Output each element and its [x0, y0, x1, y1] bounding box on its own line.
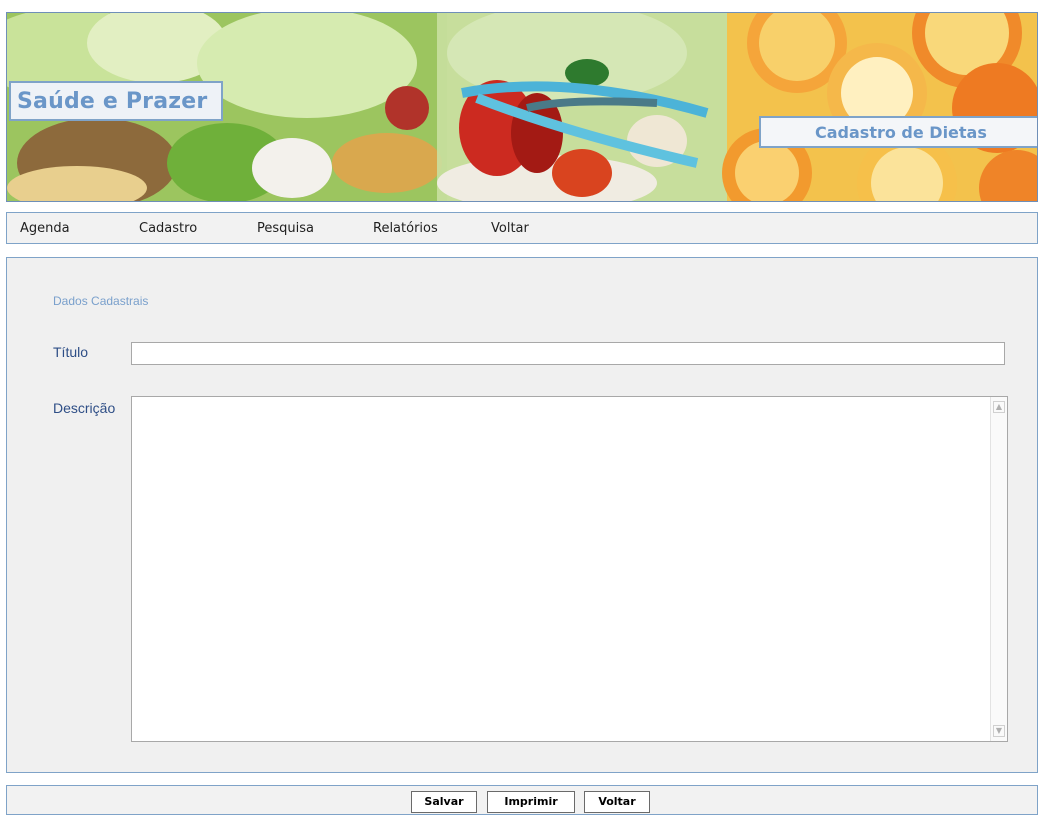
menu-item-pesquisa[interactable]: Pesquisa: [257, 221, 314, 236]
page-title-box: Cadastro de Dietas: [759, 116, 1037, 148]
main-menu: Agenda Cadastro Pesquisa Relatórios Volt…: [6, 212, 1038, 244]
description-label: Descrição: [53, 400, 116, 416]
title-label: Título: [53, 344, 89, 360]
description-scrollbar[interactable]: ▲ ▼: [990, 397, 1007, 741]
menu-item-agenda[interactable]: Agenda: [20, 221, 70, 236]
title-input[interactable]: [131, 342, 1005, 365]
page-title: Cadastro de Dietas: [815, 122, 987, 142]
scroll-down-arrow-icon[interactable]: ▼: [993, 725, 1005, 737]
description-textarea[interactable]: ▲ ▼: [131, 396, 1008, 742]
section-title: Dados Cadastrais: [53, 294, 149, 308]
brand-box: Saúde e Prazer: [9, 81, 223, 121]
menu-item-cadastro[interactable]: Cadastro: [139, 221, 197, 236]
menu-item-relatorios[interactable]: Relatórios: [373, 221, 438, 236]
brand-name: Saúde e Prazer: [17, 88, 208, 114]
header-banner: Saúde e Prazer Cadastro de Dietas: [6, 12, 1038, 202]
form-panel: Dados Cadastrais Título Descrição ▲ ▼: [6, 257, 1038, 773]
menu-item-voltar[interactable]: Voltar: [491, 221, 529, 236]
scroll-up-arrow-icon[interactable]: ▲: [993, 401, 1005, 413]
footer-toolbar: Salvar Imprimir Voltar: [6, 785, 1038, 815]
